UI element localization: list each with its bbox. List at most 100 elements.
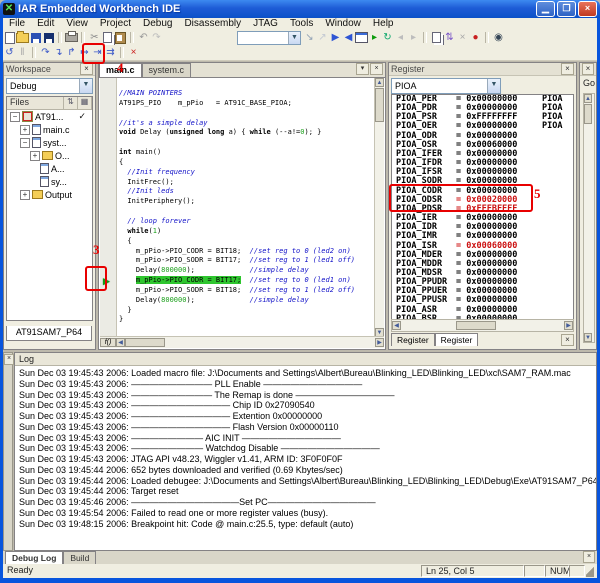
go-button[interactable]: ⇉ [104,46,117,59]
print-icon[interactable] [65,31,78,44]
scrollbar-thumb[interactable] [584,104,592,124]
step-into-button[interactable]: ↴ [52,46,65,59]
tab-system-c[interactable]: system.c [142,63,192,77]
tab-debug-log[interactable]: Debug Log [5,551,63,564]
menu-debug[interactable]: Debug [137,18,178,30]
run-to-cursor-button[interactable]: ⇥ [91,46,104,59]
find-combobox[interactable]: ▼ [237,31,301,45]
chevron-down-icon[interactable]: ▼ [487,79,500,93]
paste-icon[interactable] [114,31,127,44]
tree-item-a[interactable]: A... [7,162,92,175]
step-out-button[interactable]: ↱ [65,46,78,59]
menu-jtag[interactable]: JTAG [247,18,284,30]
tree-item-o[interactable]: +O... [7,149,92,162]
open-file-icon[interactable] [16,31,29,44]
debug-icon[interactable]: ◉ [492,31,505,44]
title-bar[interactable]: ✕ IAR Embedded Workbench IDE ▁ ❒ × [0,0,600,18]
editor-horizontal-scrollbar[interactable]: f() ◀ ▶ [100,336,384,348]
find-previous-icon[interactable]: ↗ [316,31,329,44]
disassembly-close-icon[interactable]: × [582,63,594,75]
tab-list-icon[interactable]: ▾ [356,63,369,75]
register-close-icon[interactable]: × [561,63,574,75]
log-close-icon[interactable]: × [4,354,14,365]
scroll-up-icon[interactable]: ▲ [375,78,384,87]
log-dock-handle[interactable]: × Debug Log [3,352,13,551]
step-over-button[interactable]: ↷ [39,46,52,59]
files-column-header[interactable]: Files ⇅ ▦ [7,97,92,110]
chevron-down-icon[interactable]: ▼ [79,79,92,93]
tree-item-output[interactable]: +Output [7,188,92,201]
register-horizontal-scrollbar[interactable]: ◀ ▶ [391,319,574,332]
break-button[interactable]: ‖ [16,46,29,59]
new-file-icon[interactable] [3,31,16,44]
menu-help[interactable]: Help [367,18,400,30]
collapse-icon[interactable]: − [10,112,20,122]
collapse-icon[interactable]: − [20,138,30,148]
code-editor[interactable]: //MAIN POINTERSAT91PS_PIO m_pPio = AT91C… [117,78,375,337]
next-statement-button[interactable]: ↦ [78,46,91,59]
chevron-down-icon[interactable]: ▼ [288,32,300,44]
cut-icon[interactable]: ✂ [88,31,101,44]
find-input[interactable] [238,32,288,44]
menu-view[interactable]: View [60,18,94,30]
reset-button[interactable]: ↺ [3,46,16,59]
scroll-left-icon[interactable]: ◀ [392,321,401,330]
disassembly-vertical-scrollbar[interactable]: ▲ ▼ [583,93,595,343]
close-button[interactable]: × [578,1,597,17]
tab-register-2[interactable]: Register [435,333,479,346]
maximize-button[interactable]: ❒ [557,1,576,17]
menu-file[interactable]: File [3,18,31,30]
log-tabs-close-icon[interactable]: × [583,551,595,563]
make-icon[interactable]: ↻ [381,31,394,44]
find-next-icon[interactable]: ↘ [303,31,316,44]
undo-icon[interactable]: ↶ [137,31,150,44]
scrollbar-thumb[interactable] [375,88,384,122]
workspace-project-tab[interactable]: AT91SAM7_P64 [6,326,92,341]
previous-error-icon[interactable]: ◂ [394,31,407,44]
copy-icon[interactable] [101,31,114,44]
tree-item-sy[interactable]: sy... [7,175,92,188]
tree-item-syst[interactable]: −syst... [7,136,92,149]
expand-icon[interactable]: + [20,125,30,135]
save-icon[interactable] [29,31,42,44]
menu-edit[interactable]: Edit [31,18,60,30]
menu-disassembly[interactable]: Disassembly [178,18,247,30]
tree-item-main-c[interactable]: +main.c [7,123,92,136]
scroll-down-icon[interactable]: ▼ [584,333,592,342]
scroll-left-icon[interactable]: ◀ [116,338,125,347]
menu-project[interactable]: Project [94,18,137,30]
scrollbar-thumb[interactable] [456,321,496,330]
navigate-forward-icon[interactable]: ▶ [329,31,342,44]
tab-register-1[interactable]: Register [391,333,435,346]
scroll-right-icon[interactable]: ▶ [564,321,573,330]
save-all-icon[interactable] [42,31,55,44]
expand-icon[interactable]: + [30,151,40,161]
function-tooltip-button[interactable]: f() [100,338,116,347]
next-error-icon[interactable]: ▸ [407,31,420,44]
tab-build[interactable]: Build [63,551,96,564]
menu-window[interactable]: Window [319,18,367,30]
symbol-browser-icon[interactable]: ⇅ [443,31,456,44]
resize-grip[interactable] [586,565,594,577]
minimize-button[interactable]: ▁ [536,1,555,17]
expand-icon[interactable]: + [20,190,30,200]
tree-item-at91[interactable]: −AT91...✓ [7,110,92,123]
register-tabs-close-icon[interactable]: × [561,334,574,346]
editor-vertical-scrollbar[interactable]: ▲ ▼ [374,78,384,337]
menu-tools[interactable]: Tools [284,18,319,30]
scroll-right-icon[interactable]: ▶ [375,338,384,347]
editor-close-icon[interactable]: × [370,63,383,75]
sort-column-icon[interactable]: ⇅ [64,97,78,109]
disable-breakpoints-icon[interactable]: × [456,31,469,44]
toggle-breakpoint-icon[interactable]: ● [469,31,482,44]
workspace-config-combobox[interactable]: Debug ▼ [6,78,93,94]
compile-icon[interactable]: ▸ [368,31,381,44]
scrollbar-thumb[interactable] [125,338,165,347]
stop-debugger-button[interactable]: × [127,46,140,59]
editor-gutter[interactable]: ▶ [100,78,117,337]
source-browser-icon[interactable] [430,31,443,44]
scroll-up-icon[interactable]: ▲ [584,94,592,103]
navigate-backward-icon[interactable]: ◀ [342,31,355,44]
workspace-close-icon[interactable]: × [80,63,93,75]
register-group-combobox[interactable]: PIOA ▼ [391,78,501,94]
